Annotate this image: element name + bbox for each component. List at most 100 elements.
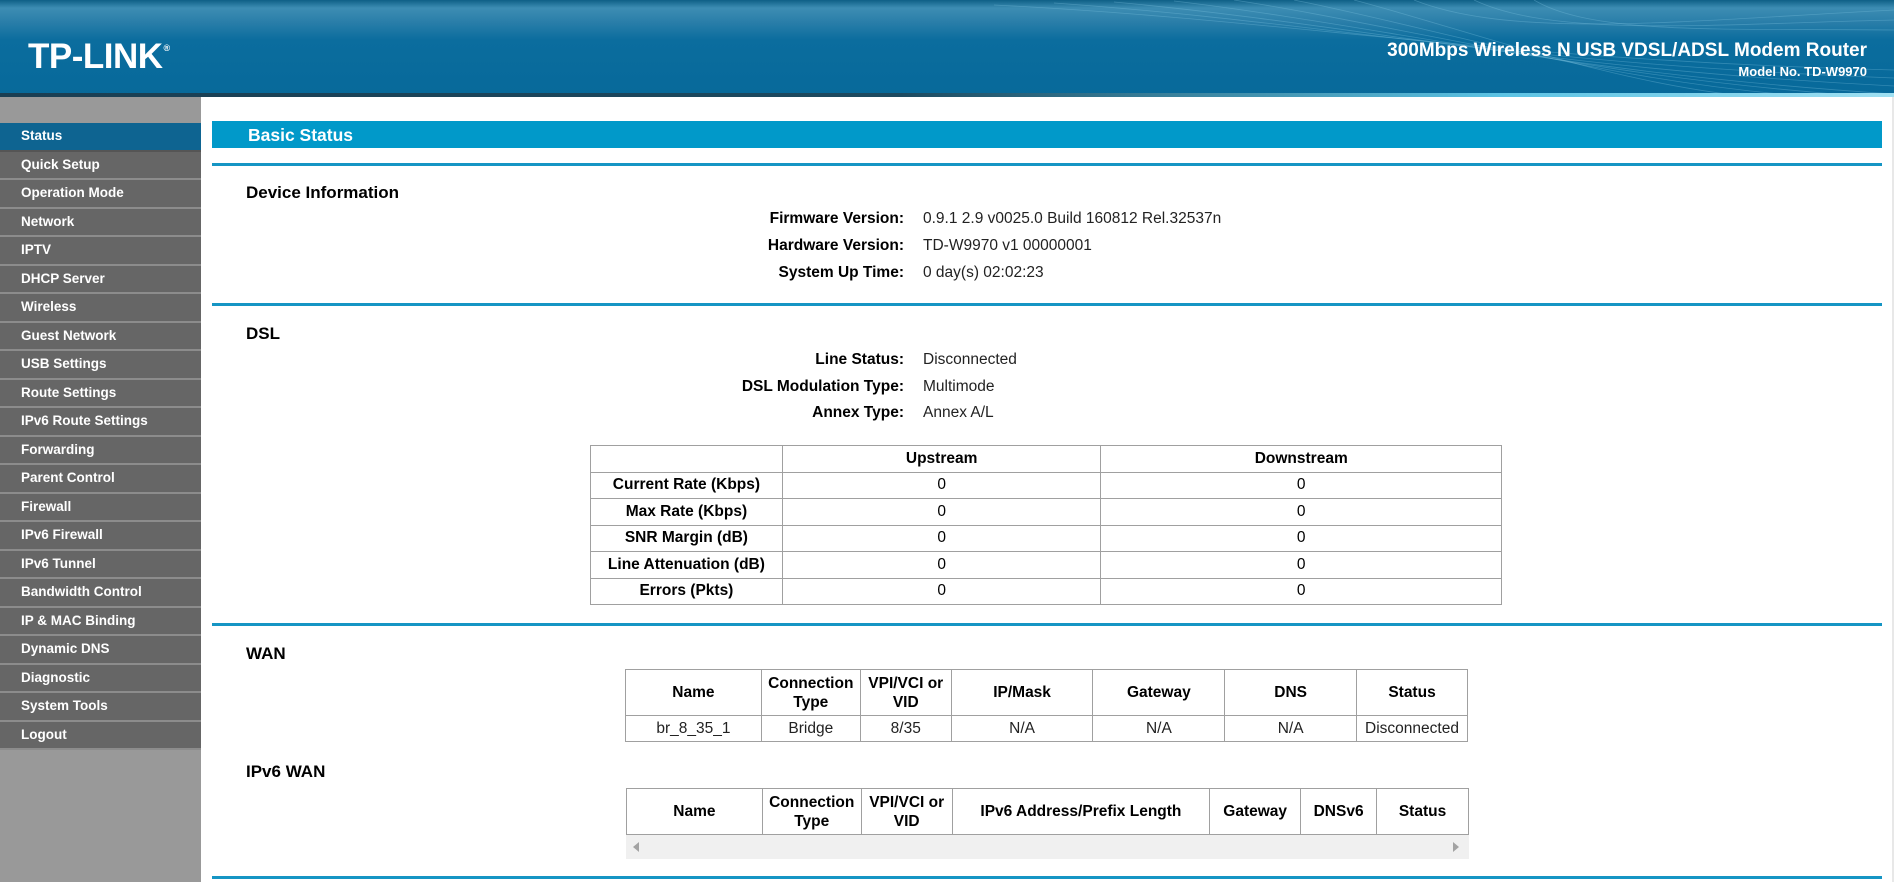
wan-ip-mask: N/A	[950, 715, 1094, 742]
wan-dns: N/A	[1224, 715, 1357, 742]
line-status-label: Line Status:	[815, 351, 904, 368]
section-divider	[212, 876, 1882, 879]
column-header-name: Name	[625, 669, 762, 716]
column-header-status: Status	[1356, 669, 1468, 716]
system-uptime-label: System Up Time:	[778, 264, 904, 281]
row-label: Max Rate (Kbps)	[590, 498, 783, 526]
sidebar-item-usb-settings[interactable]: USB Settings	[0, 351, 201, 380]
dsl-modulation-label: DSL Modulation Type:	[741, 378, 904, 395]
row-label: Line Attenuation (dB)	[590, 551, 783, 579]
line-status-value: Disconnected	[923, 351, 1017, 368]
upstream-value: 0	[781, 551, 1102, 579]
sidebar-item-guest-network[interactable]: Guest Network	[0, 322, 201, 351]
wan-heading: WAN	[246, 644, 286, 663]
column-header-gateway: Gateway	[1209, 788, 1302, 835]
column-header-dns: DNS	[1224, 669, 1357, 716]
table-header-row: Upstream Downstream	[590, 445, 1502, 473]
page-title-bar: Basic Status	[212, 121, 1882, 148]
model-number: Model No. TD-W9970	[1738, 64, 1867, 79]
table-row: br_8_35_1 Bridge 8/35 N/A N/A N/A Discon…	[625, 715, 1468, 742]
column-header-dnsv6: DNSv6	[1300, 788, 1378, 835]
sidebar-item-ipv6-route-settings[interactable]: IPv6 Route Settings	[0, 408, 201, 437]
downstream-value: 0	[1100, 471, 1502, 499]
dsl-modulation-value: Multimode	[923, 378, 995, 395]
wan-gateway: N/A	[1092, 715, 1226, 742]
section-divider	[212, 163, 1882, 166]
tp-link-logo: TP-LINK®	[28, 37, 170, 76]
sidebar-item-iptv[interactable]: IPTV	[0, 237, 201, 266]
device-info-heading: Device Information	[246, 183, 400, 202]
sidebar-item-bandwidth-control[interactable]: Bandwidth Control	[0, 579, 201, 608]
row-label: SNR Margin (dB)	[590, 524, 783, 552]
annex-type-label: Annex Type:	[812, 404, 904, 421]
sidebar-item-quick-setup[interactable]: Quick Setup	[0, 151, 201, 180]
row-label: Errors (Pkts)	[590, 577, 783, 605]
ipv6-wan-heading: IPv6 WAN	[246, 762, 326, 781]
table-header-row: Name Connection Type VPI/VCI or VID IP/M…	[625, 669, 1468, 716]
column-header-vpi-vci: VPI/VCI or VID	[859, 669, 952, 716]
table-header-row: Name Connection Type VPI/VCI or VID IPv6…	[626, 788, 1469, 835]
sidebar-item-dynamic-dns[interactable]: Dynamic DNS	[0, 636, 201, 665]
sidebar-item-operation-mode[interactable]: Operation Mode	[0, 180, 201, 209]
column-header-connection-type: Connection Type	[761, 788, 862, 835]
downstream-value: 0	[1100, 498, 1502, 526]
sidebar-item-dhcp-server[interactable]: DHCP Server	[0, 265, 201, 294]
sidebar-menu: Status Quick Setup Operation Mode Networ…	[0, 123, 201, 750]
upstream-value: 0	[781, 498, 1102, 526]
scroll-left-arrow-icon[interactable]	[633, 842, 639, 852]
sidebar-item-network[interactable]: Network	[0, 208, 201, 237]
scroll-right-arrow-icon[interactable]	[1453, 842, 1459, 852]
wan-table: Name Connection Type VPI/VCI or VID IP/M…	[625, 669, 1468, 742]
upstream-value: 0	[781, 471, 1102, 499]
sidebar: Status Quick Setup Operation Mode Networ…	[0, 97, 201, 882]
dsl-heading: DSL	[246, 324, 280, 343]
column-header-gateway: Gateway	[1092, 669, 1226, 716]
column-header	[590, 445, 783, 473]
page-header: TP-LINK® 300Mbps Wireless N USB VDSL/ADS…	[0, 0, 1894, 97]
firmware-version-value: 0.9.1 2.9 v0025.0 Build 160812 Rel.32537…	[923, 210, 1222, 227]
column-header-ipv6-address: IPv6 Address/Prefix Length	[951, 788, 1211, 835]
column-header-name: Name	[626, 788, 763, 835]
column-header-upstream: Upstream	[781, 445, 1102, 473]
annex-type-value: Annex A/L	[923, 404, 994, 421]
sidebar-item-diagnostic[interactable]: Diagnostic	[0, 664, 201, 693]
ipv6-wan-horizontal-scrollbar[interactable]	[626, 835, 1469, 859]
row-label: Current Rate (Kbps)	[590, 471, 783, 499]
main-content: Basic Status Device Information Firmware…	[201, 97, 1894, 882]
sidebar-item-forwarding[interactable]: Forwarding	[0, 436, 201, 465]
sidebar-item-status[interactable]: Status	[0, 123, 201, 152]
table-row: Current Rate (Kbps) 0 0	[590, 471, 1502, 499]
upstream-value: 0	[781, 524, 1102, 552]
downstream-value: 0	[1100, 524, 1502, 552]
column-header-status: Status	[1376, 788, 1469, 835]
table-row: SNR Margin (dB) 0 0	[590, 524, 1502, 552]
column-header-vpi-vci: VPI/VCI or VID	[860, 788, 953, 835]
wan-status: Disconnected	[1356, 715, 1468, 742]
column-header-downstream: Downstream	[1100, 445, 1502, 473]
dsl-stats-table: Upstream Downstream Current Rate (Kbps) …	[590, 445, 1502, 605]
page-title: Basic Status	[248, 125, 354, 145]
sidebar-item-logout[interactable]: Logout	[0, 721, 201, 750]
downstream-value: 0	[1100, 551, 1502, 579]
sidebar-item-ipv6-firewall[interactable]: IPv6 Firewall	[0, 522, 201, 551]
sidebar-item-parent-control[interactable]: Parent Control	[0, 465, 201, 494]
table-row: Errors (Pkts) 0 0	[590, 577, 1502, 605]
section-divider	[212, 623, 1882, 626]
downstream-value: 0	[1100, 577, 1502, 605]
table-row: Line Attenuation (dB) 0 0	[590, 551, 1502, 579]
ipv6-wan-table: Name Connection Type VPI/VCI or VID IPv6…	[626, 788, 1469, 835]
firmware-version-label: Firmware Version:	[769, 210, 904, 227]
wan-name: br_8_35_1	[625, 715, 762, 742]
column-header-ip-mask: IP/Mask	[950, 669, 1094, 716]
column-header-connection-type: Connection Type	[760, 669, 861, 716]
sidebar-item-ipv6-tunnel[interactable]: IPv6 Tunnel	[0, 550, 201, 579]
sidebar-item-system-tools[interactable]: System Tools	[0, 693, 201, 722]
sidebar-item-ip-mac-binding[interactable]: IP & MAC Binding	[0, 607, 201, 636]
table-row: Max Rate (Kbps) 0 0	[590, 498, 1502, 526]
hardware-version-value: TD-W9970 v1 00000001	[923, 237, 1092, 254]
sidebar-item-firewall[interactable]: Firewall	[0, 493, 201, 522]
hardware-version-label: Hardware Version:	[767, 237, 904, 254]
system-uptime-value: 0 day(s) 02:02:23	[923, 264, 1044, 281]
sidebar-item-route-settings[interactable]: Route Settings	[0, 379, 201, 408]
sidebar-item-wireless[interactable]: Wireless	[0, 294, 201, 323]
